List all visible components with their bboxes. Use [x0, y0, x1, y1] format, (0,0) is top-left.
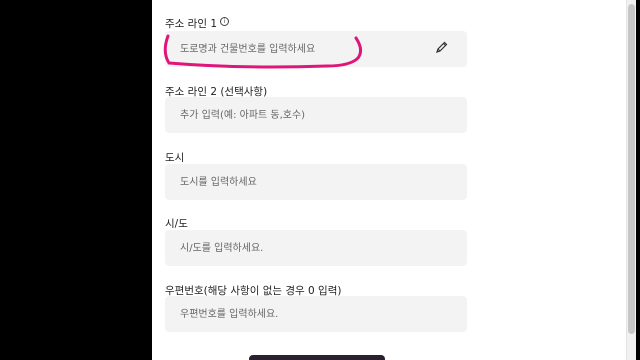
info-circle-icon[interactable]: i — [220, 17, 229, 26]
scrollbar[interactable] — [626, 0, 636, 360]
state-label: 시/도 — [165, 218, 188, 230]
postal-code-field[interactable] — [165, 296, 467, 332]
pencil-edit-icon[interactable] — [435, 40, 449, 54]
address-line2-input[interactable] — [178, 108, 467, 122]
state-field[interactable] — [165, 230, 467, 266]
postal-code-input[interactable] — [178, 307, 467, 321]
address-form-panel: 주소 라인 1i 주소 라인 2 (선택사항) 도시 시/도 우편번호(해당 사… — [152, 0, 636, 360]
city-input[interactable] — [178, 175, 467, 189]
address-line1-label: 주소 라인 1i — [165, 16, 229, 31]
city-field[interactable] — [165, 164, 467, 200]
state-input[interactable] — [178, 241, 467, 255]
address-line2-field[interactable] — [165, 97, 467, 133]
scrollbar-thumb[interactable] — [628, 4, 635, 334]
bottom-button-edge[interactable] — [249, 355, 385, 360]
address-line1-input[interactable] — [178, 42, 467, 56]
city-label: 도시 — [165, 152, 185, 164]
address-line1-field[interactable] — [165, 31, 467, 67]
